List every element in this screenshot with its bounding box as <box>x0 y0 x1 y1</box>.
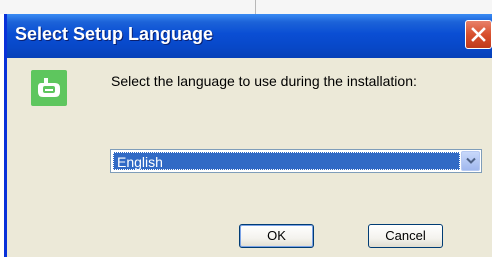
language-select-dropdown-button[interactable] <box>461 151 480 171</box>
background-window-strip <box>0 0 492 14</box>
window-title: Select Setup Language <box>15 24 214 44</box>
desktop-background: Select Setup Language Select the languag… <box>0 0 492 257</box>
setup-language-dialog: Select Setup Language Select the languag… <box>4 14 492 257</box>
cancel-button[interactable]: Cancel <box>368 224 443 248</box>
language-select-value: English <box>113 152 460 170</box>
setup-app-icon <box>31 70 67 106</box>
title-bar[interactable]: Select Setup Language <box>7 14 492 58</box>
close-x-icon <box>471 27 486 42</box>
close-button[interactable] <box>465 20 492 49</box>
ok-button[interactable]: OK <box>239 224 314 248</box>
chevron-down-icon <box>466 157 476 164</box>
language-prompt: Select the language to use during the in… <box>111 73 417 89</box>
language-select[interactable]: English <box>110 149 482 173</box>
background-divider <box>255 0 256 14</box>
